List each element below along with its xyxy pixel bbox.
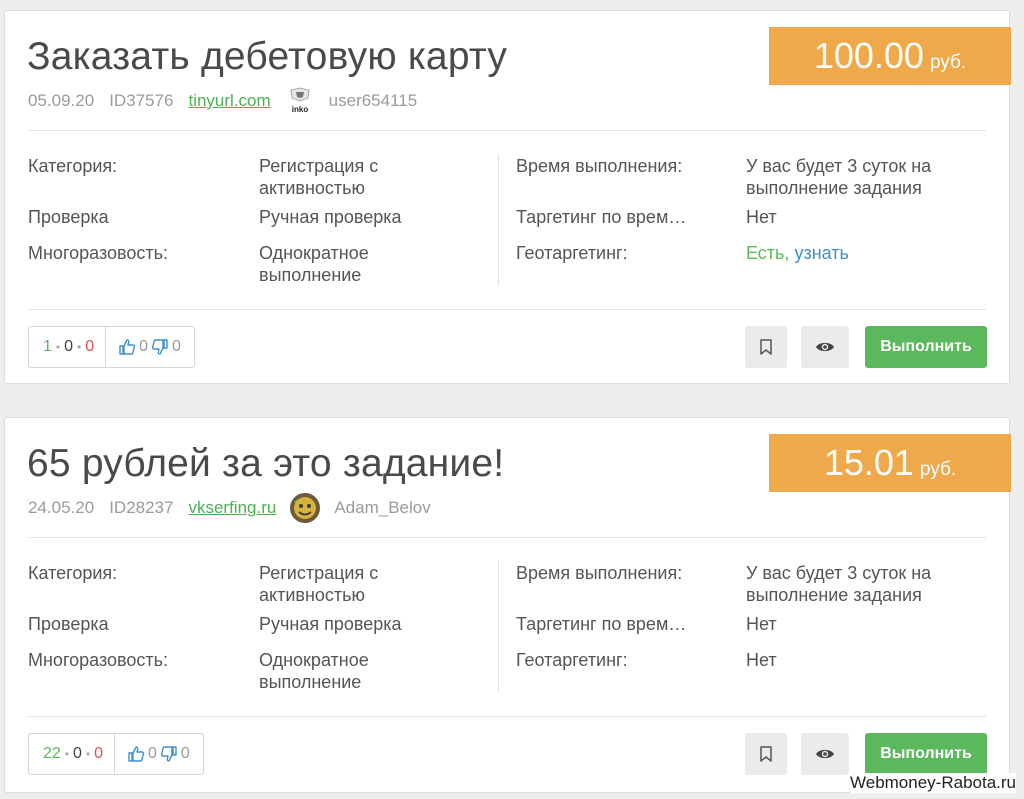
task-date: 24.05.20 [28, 498, 95, 517]
thumbs-up-icon[interactable] [127, 745, 145, 763]
time-value: У вас будет 3 суток на выполнение задани… [746, 563, 932, 605]
category-value: Регистрация с активностью [259, 156, 379, 198]
view-button[interactable] [801, 326, 849, 368]
geo-label: Геотаргетинг: [516, 650, 628, 670]
time-target-value: Нет [746, 614, 777, 634]
task-counts: 1 • 0 • 0 [29, 327, 107, 367]
avatar[interactable]: inko [284, 86, 315, 116]
bookmark-button[interactable] [745, 733, 787, 775]
column-divider [498, 154, 499, 286]
task-link[interactable]: vkserfing.ru [188, 498, 276, 518]
multi-value: Однократное выполнение [259, 650, 369, 692]
done-count: 22 [43, 745, 61, 762]
time-target-label: Таргетинг по врем… [516, 207, 687, 227]
multi-value: Однократное выполнение [259, 243, 369, 285]
pending-count: 0 [73, 745, 82, 762]
task-title[interactable]: 65 рублей за это задание! [27, 442, 504, 486]
bookmark-icon [760, 339, 772, 355]
task-card: 65 рублей за это задание! 15.01 руб. 24.… [4, 417, 1011, 793]
multi-label: Многоразовость: [28, 650, 169, 670]
task-card: Заказать дебетовую карту 100.00 руб. 05.… [4, 10, 1011, 384]
geo-value-wrap: Есть, узнать [746, 242, 976, 264]
task-link[interactable]: tinyurl.com [188, 91, 270, 111]
tinkoff-logo-icon: inko [284, 86, 315, 116]
time-label: Время выполнения: [516, 156, 683, 176]
eye-icon [816, 749, 834, 759]
price-value: 15.01 [823, 442, 914, 483]
likes-count: 0 [148, 745, 157, 762]
task-user[interactable]: user654115 [329, 91, 418, 111]
time-target-label: Таргетинг по врем… [516, 614, 687, 634]
divider [28, 309, 986, 310]
task-counts: 22 • 0 • 0 [29, 734, 116, 774]
check-label: Проверка [28, 207, 109, 227]
bookmark-button[interactable] [745, 326, 787, 368]
category-label: Категория: [28, 563, 118, 583]
task-meta: 05.09.20 ID37576 tinyurl.com inko user65… [28, 86, 418, 116]
divider [28, 130, 986, 131]
divider [28, 716, 986, 717]
thumbs-down-icon[interactable] [151, 338, 169, 356]
task-votes: 0 0 [106, 327, 194, 367]
time-target-value: Нет [746, 207, 777, 227]
task-stats: 22 • 0 • 0 0 0 [28, 733, 204, 775]
multi-label: Многоразовость: [28, 243, 169, 263]
thumbs-down-icon[interactable] [160, 745, 178, 763]
check-value: Ручная проверка [259, 207, 402, 227]
thumbs-up-icon[interactable] [118, 338, 136, 356]
done-count: 1 [43, 338, 52, 355]
rejected-count: 0 [85, 338, 95, 355]
user-avatar-icon [290, 493, 321, 523]
view-button[interactable] [801, 733, 849, 775]
geo-value: Нет [746, 650, 777, 670]
task-id: ID28237 [109, 498, 174, 517]
check-value: Ручная проверка [259, 614, 402, 634]
price-currency: руб. [919, 459, 957, 480]
dislikes-count: 0 [172, 338, 181, 355]
geo-value: Есть, [746, 243, 790, 263]
geo-link[interactable]: узнать [794, 243, 848, 263]
column-divider [498, 561, 499, 693]
task-votes: 0 0 [115, 734, 203, 774]
task-id: ID37576 [109, 91, 174, 110]
price-badge: 15.01 руб. [769, 434, 1011, 492]
price-value: 100.00 [813, 35, 924, 76]
dislikes-count: 0 [180, 745, 190, 762]
price-currency: руб. [929, 52, 967, 73]
category-value: Регистрация с активностью [259, 563, 379, 605]
watermark: Webmoney-Rabota.ru [850, 773, 1016, 793]
category-label: Категория: [28, 156, 118, 176]
pending-count: 0 [64, 338, 74, 355]
task-meta: 24.05.20 ID28237 vkserfing.ru Adam_Belov [28, 493, 431, 523]
check-label: Проверка [28, 614, 109, 634]
svg-text:inko: inko [291, 105, 308, 114]
divider [28, 537, 986, 538]
task-date: 05.09.20 [28, 91, 95, 110]
eye-icon [816, 342, 834, 352]
rejected-count: 0 [94, 745, 104, 762]
time-label: Время выполнения: [516, 563, 683, 583]
task-stats: 1 • 0 • 0 0 0 [28, 326, 195, 368]
task-title[interactable]: Заказать дебетовую карту [27, 35, 507, 79]
avatar[interactable] [290, 493, 321, 523]
execute-button[interactable]: Выполнить [865, 733, 987, 775]
time-value: У вас будет 3 суток на выполнение задани… [746, 156, 932, 198]
task-user[interactable]: Adam_Belov [334, 498, 430, 518]
price-badge: 100.00 руб. [769, 27, 1011, 85]
execute-button[interactable]: Выполнить [865, 326, 987, 368]
geo-label: Геотаргетинг: [516, 243, 628, 263]
likes-count: 0 [139, 338, 149, 355]
bookmark-icon [760, 746, 772, 762]
